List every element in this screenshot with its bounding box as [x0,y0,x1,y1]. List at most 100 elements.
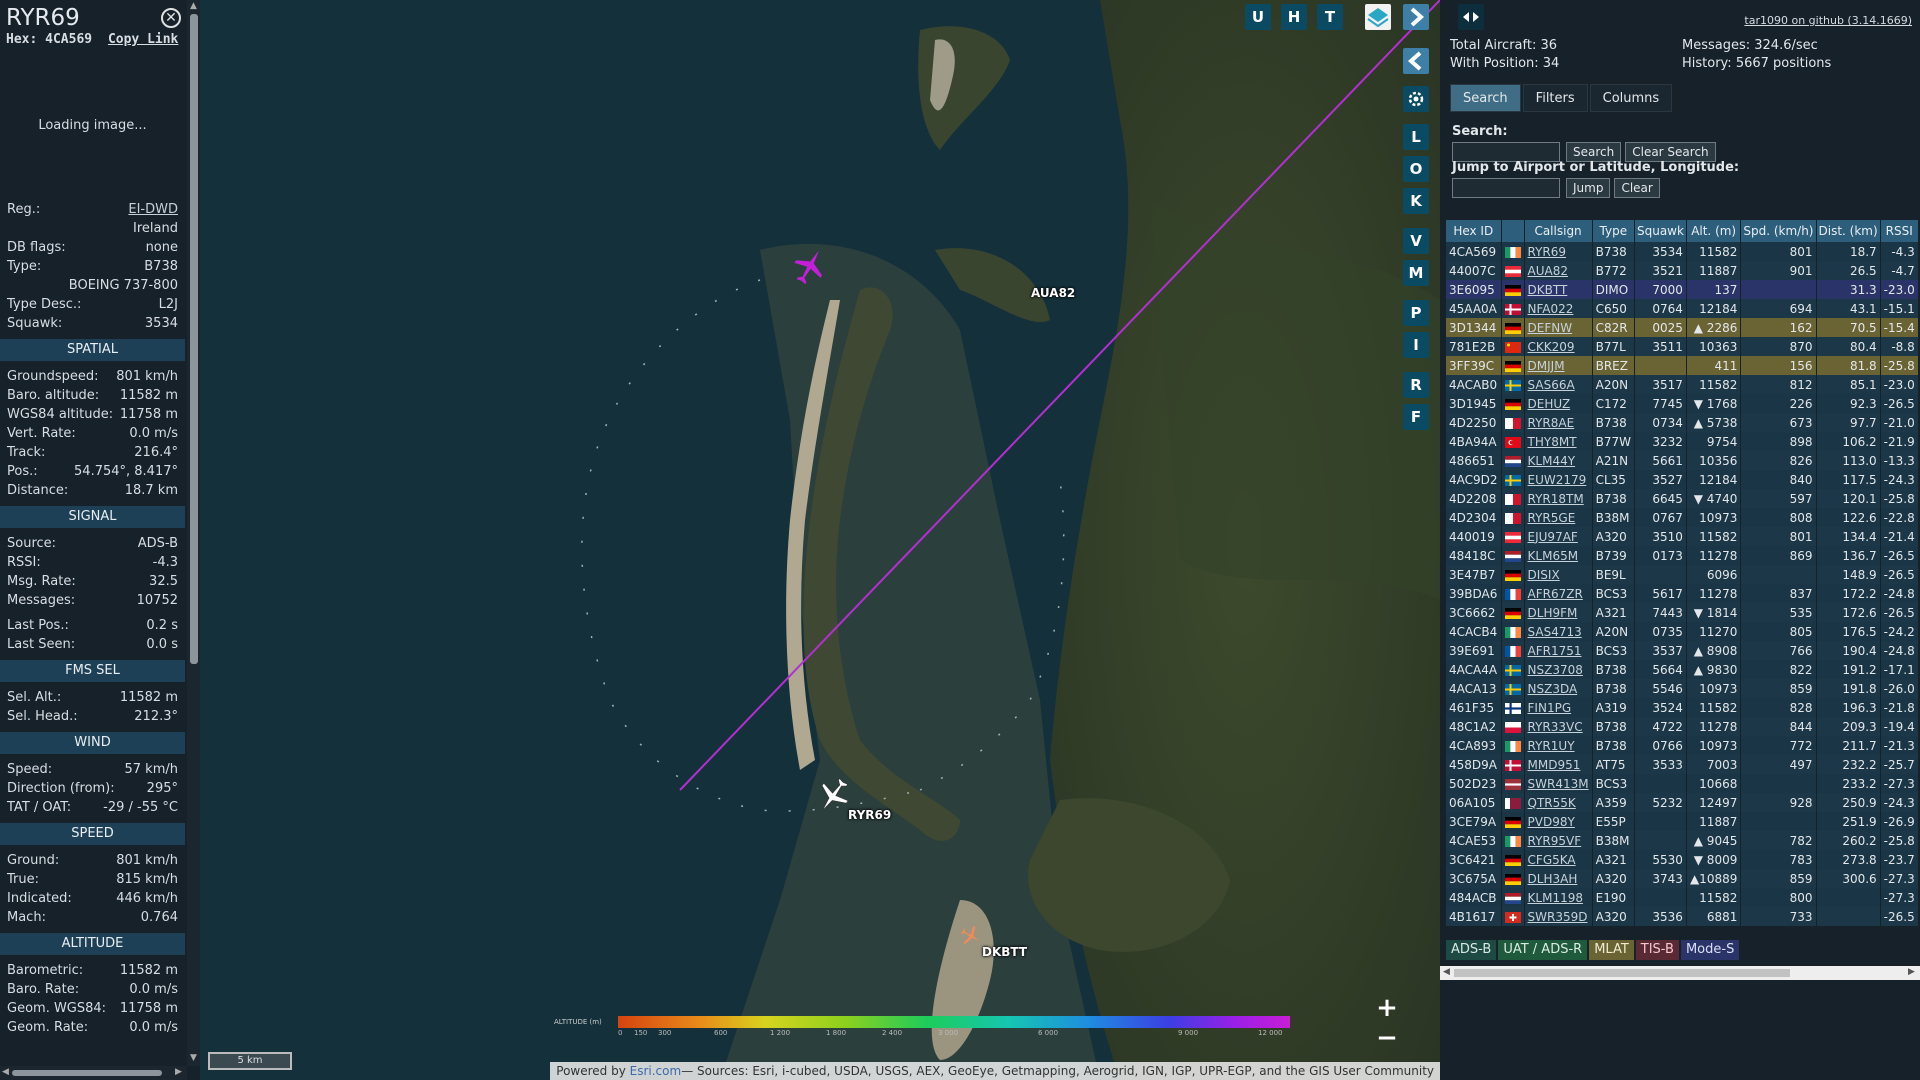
aircraft-aua82-label[interactable]: AUA82 [1031,286,1075,300]
zoom-out-button[interactable]: − [1373,1025,1401,1052]
table-row[interactable]: 484ACB KLM1198 E190 11582 800 -27.3 [1446,888,1919,907]
callsign-link[interactable]: RYR8AE [1524,413,1593,432]
scroll-right-icon[interactable]: ▶ [1908,967,1915,977]
table-row[interactable]: 4AC9D2 EUW2179 CL35 3527 12184 840 117.5 -24.3 [1446,470,1919,489]
search-input[interactable] [1452,142,1560,162]
callsign-link[interactable]: EJU97AF [1524,527,1593,546]
table-row[interactable]: 3D1945 DEHUZ C172 7745 ▼ 1768 226 92.3 -26.5 [1446,394,1919,413]
aircraft-aua82-icon[interactable] [792,246,828,286]
table-row[interactable]: 3CE79A PVD98Y E55P 11887 251.9 -26.9 [1446,812,1919,831]
table-row[interactable]: 4ACAB0 SAS66A A20N 3517 11582 812 85.1 -23.0 [1446,375,1919,394]
map-view[interactable]: AUA82 RYR69 DKBTT U H T LOKVMPIRF 5 km A… [200,0,1440,1080]
callsign-link[interactable]: RYR18TM [1524,489,1593,508]
column-header-hex-id[interactable]: Hex ID [1446,220,1502,242]
column-header-squawk[interactable]: Squawk [1634,220,1687,242]
callsign-link[interactable]: KLM65M [1524,546,1593,565]
table-row[interactable]: 461F35 FIN1PG A319 3524 11582 828 196.3 -21.8 [1446,698,1919,717]
callsign-link[interactable]: RYR1UY [1524,736,1593,755]
table-row[interactable]: 3E6095 DKBTT DIMO 7000 137 31.3 -23.0 [1446,280,1919,299]
table-row[interactable]: 486651 KLM44Y A21N 5661 10356 826 113.0 -13.3 [1446,451,1919,470]
callsign-link[interactable]: DLH9FM [1524,603,1593,622]
table-row[interactable]: 3C6662 DLH9FM A321 7443 ▼ 1814 535 172.6 -26.5 [1446,603,1919,622]
scroll-down-icon[interactable]: ▼ [190,1053,197,1063]
callsign-link[interactable]: NFA022 [1524,299,1593,318]
column-header-alt-m[interactable]: Alt. (m) [1686,220,1742,242]
toggle-p-button[interactable]: P [1403,300,1429,326]
toggle-m-button[interactable]: M [1403,260,1429,286]
section-header-spatial[interactable]: SPATIAL [0,339,185,361]
callsign-link[interactable]: THY8MT [1524,432,1593,451]
panel-toggle-icon[interactable] [1458,4,1484,30]
callsign-link[interactable]: RYR69 [1524,242,1593,261]
callsign-link[interactable]: DISIX [1524,565,1593,584]
table-row[interactable]: 4CA569 RYR69 B738 3534 11582 801 18.7 -4.3 [1446,242,1919,261]
callsign-link[interactable]: NSZ3DA [1524,679,1593,698]
table-row[interactable]: 3C6421 CFG5KA A321 5530 ▼ 8009 783 273.8 -23.7 [1446,850,1919,869]
callsign-link[interactable]: RYR33VC [1524,717,1593,736]
table-row[interactable]: 39E691 AFR1751 BCS3 3537 ▲ 8908 766 190.4 -24.8 [1446,641,1919,660]
column-header-type[interactable]: Type [1592,220,1635,242]
section-header-wind[interactable]: WIND [0,732,185,754]
callsign-link[interactable]: SWR359D [1524,907,1593,926]
callsign-link[interactable]: NSZ3708 [1524,660,1593,679]
table-row[interactable]: 3D1344 DEFNW C82R 0025 ▲ 2286 162 70.5 -15.4 [1446,318,1919,337]
callsign-link[interactable]: DEHUZ [1524,394,1593,413]
scroll-left-icon[interactable]: ◀ [1443,967,1450,977]
table-row[interactable]: 4ACA4A NSZ3708 B738 5664 ▲ 9830 822 191.2 -17.1 [1446,660,1919,679]
toggle-k-button[interactable]: K [1403,188,1429,214]
tab-filters[interactable]: Filters [1522,84,1588,112]
table-row[interactable]: 48418C KLM65M B739 0173 11278 869 136.7 -26.5 [1446,546,1919,565]
section-header-signal[interactable]: SIGNAL [0,506,185,528]
settings-gear-icon[interactable] [1403,86,1429,112]
table-row[interactable]: 4BA94A THY8MT B77W 3232 9754 898 106.2 -21.9 [1446,432,1919,451]
toggle-h-button[interactable]: H [1281,4,1307,30]
aircraft-ryr69-icon[interactable] [815,776,851,816]
callsign-link[interactable]: SAS66A [1524,375,1593,394]
panel-scroll-thumb[interactable] [1454,969,1790,977]
jump-button[interactable]: Jump [1566,178,1611,198]
callsign-link[interactable]: RYR95VF [1524,831,1593,850]
callsign-link[interactable]: AFR67ZR [1524,584,1593,603]
callsign-link[interactable]: KLM44Y [1524,451,1593,470]
table-row[interactable]: 440019 EJU97AF A320 3510 11582 801 134.4 -21.4 [1446,527,1919,546]
toggle-l-button[interactable]: L [1403,124,1429,150]
table-row[interactable]: 3FF39C DMJJM BREZ 411 156 81.8 -25.8 [1446,356,1919,375]
table-row[interactable]: 48C1A2 RYR33VC B738 4722 11278 844 209.3 -19.4 [1446,717,1919,736]
toggle-i-button[interactable]: I [1403,332,1429,358]
collapse-left-icon[interactable] [1403,48,1429,74]
table-row[interactable]: 39BDA6 AFR67ZR BCS3 5617 11278 837 172.2 -24.8 [1446,584,1919,603]
column-header-spd-km-h[interactable]: Spd. (km/h) [1740,220,1817,242]
clear-search-button[interactable]: Clear Search [1625,142,1716,162]
callsign-link[interactable]: AUA82 [1524,261,1593,280]
clear-button[interactable]: Clear [1614,178,1660,198]
table-row[interactable]: 4D2208 RYR18TM B738 6645 ▼ 4740 597 120.1 -25.8 [1446,489,1919,508]
toggle-f-button[interactable]: F [1403,404,1429,430]
scroll-right-icon[interactable]: ▶ [175,1067,182,1077]
callsign-link[interactable]: DEFNW [1524,318,1593,337]
table-row[interactable]: 4D2250 RYR8AE B738 0734 ▲ 5738 673 97.7 -21.0 [1446,413,1919,432]
callsign-link[interactable]: FIN1PG [1524,698,1593,717]
table-row[interactable]: 4B1617 SWR359D A320 3536 6881 733 -26.5 [1446,907,1919,926]
toggle-v-button[interactable]: V [1403,228,1429,254]
table-row[interactable]: 4D2304 RYR5GE B38M 0767 10973 808 122.6 -22.8 [1446,508,1919,527]
tab-columns[interactable]: Columns [1589,84,1673,112]
table-row[interactable]: 3E47B7 DISIX BE9L 6096 148.9 -26.5 [1446,565,1919,584]
column-header-flag[interactable] [1501,220,1525,242]
aircraft-dkbtt-label[interactable]: DKBTT [982,945,1027,959]
table-row[interactable]: 502D23 SWR413M BCS3 10668 233.2 -27.3 [1446,774,1919,793]
table-row[interactable]: 4CAE53 RYR95VF B38M ▲ 9045 782 260.2 -25.8 [1446,831,1919,850]
callsign-link[interactable]: EUW2179 [1524,470,1593,489]
toggle-r-button[interactable]: R [1403,372,1429,398]
callsign-link[interactable]: PVD98Y [1524,812,1593,831]
aircraft-dkbtt-icon[interactable] [959,924,983,948]
scroll-left-icon[interactable]: ◀ [2,1067,9,1077]
callsign-link[interactable]: QTR55K [1524,793,1593,812]
toggle-t-button[interactable]: T [1317,4,1343,30]
table-row[interactable]: 44007C AUA82 B772 3521 11887 901 26.5 -4.7 [1446,261,1919,280]
column-header-rssi[interactable]: RSSI [1880,220,1919,242]
sidebar-scroll-thumb[interactable] [190,14,198,664]
scroll-up-icon[interactable]: ▲ [190,1,197,11]
sidebar-vertical-scrollbar[interactable]: ▲ ▼ [187,0,200,1066]
sidebar-horizontal-scrollbar[interactable]: ◀ ▶ [0,1066,187,1080]
column-header-dist-km[interactable]: Dist. (km) [1816,220,1881,242]
